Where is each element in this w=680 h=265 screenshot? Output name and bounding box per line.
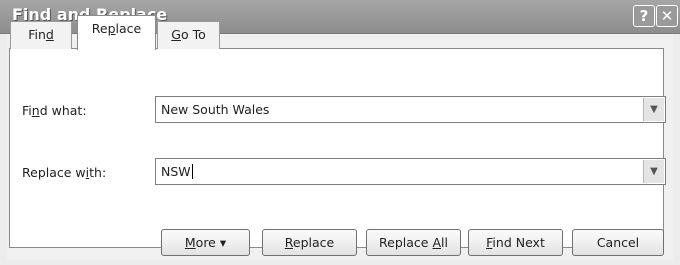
replace-with-label-post: th: — [89, 165, 107, 180]
replace-button[interactable]: Replace — [262, 229, 357, 256]
replace-all-button-pre: Replace — [379, 235, 433, 250]
replace-with-label-pre: Replace w — [22, 165, 86, 180]
replace-with-label: Replace with: — [22, 165, 106, 180]
tab-replace[interactable]: Replace — [77, 15, 156, 50]
more-button-post: ore ▾ — [195, 235, 227, 250]
tab-replace-key: p — [107, 21, 116, 36]
tab-goto-post: o To — [180, 27, 206, 42]
chevron-down-icon: ▼ — [650, 104, 658, 115]
text-caret — [191, 164, 193, 179]
find-next-button[interactable]: Find Next — [468, 229, 563, 256]
more-button[interactable]: More ▾ — [161, 229, 250, 256]
replace-tab-panel — [9, 48, 664, 248]
find-next-button-post: ind Next — [492, 235, 545, 250]
find-what-input[interactable]: New South Wales — [161, 102, 269, 117]
chevron-down-icon: ▼ — [650, 166, 658, 177]
replace-all-button-post: ll — [441, 235, 448, 250]
tab-find-pre: Fin — [28, 27, 46, 42]
tab-go-to[interactable]: Go To — [157, 21, 220, 49]
tab-goto-key: G — [171, 27, 181, 42]
tab-find[interactable]: Find — [10, 21, 72, 49]
replace-with-dropdown-button[interactable]: ▼ — [643, 160, 664, 183]
find-what-label-pre: Fi — [22, 103, 32, 118]
tab-find-key: d — [45, 27, 54, 42]
replace-with-input[interactable]: NSW — [161, 164, 193, 179]
find-what-dropdown-button[interactable]: ▼ — [643, 98, 664, 121]
tab-replace-post: lace — [115, 21, 142, 36]
cancel-button[interactable]: Cancel — [572, 229, 664, 256]
find-what-label-post: d what: — [39, 103, 87, 118]
replace-with-value: NSW — [161, 164, 191, 179]
close-button[interactable]: ✕ — [656, 5, 678, 27]
replace-button-post: eplace — [292, 235, 335, 250]
replace-button-key: R — [284, 235, 293, 250]
replace-all-button-key: A — [432, 235, 442, 250]
more-button-key: M — [184, 235, 196, 250]
find-replace-dialog: Find and Replace ? ✕ Find Replace Go To … — [0, 0, 680, 265]
help-button[interactable]: ? — [633, 5, 655, 27]
replace-with-combobox[interactable]: NSW ▼ — [155, 158, 666, 185]
find-what-label-key: n — [31, 103, 40, 118]
find-what-combobox[interactable]: New South Wales ▼ — [155, 96, 666, 123]
tab-replace-pre: Re — [91, 21, 108, 36]
replace-all-button[interactable]: Replace All — [366, 229, 461, 256]
find-what-label: Find what: — [22, 103, 87, 118]
